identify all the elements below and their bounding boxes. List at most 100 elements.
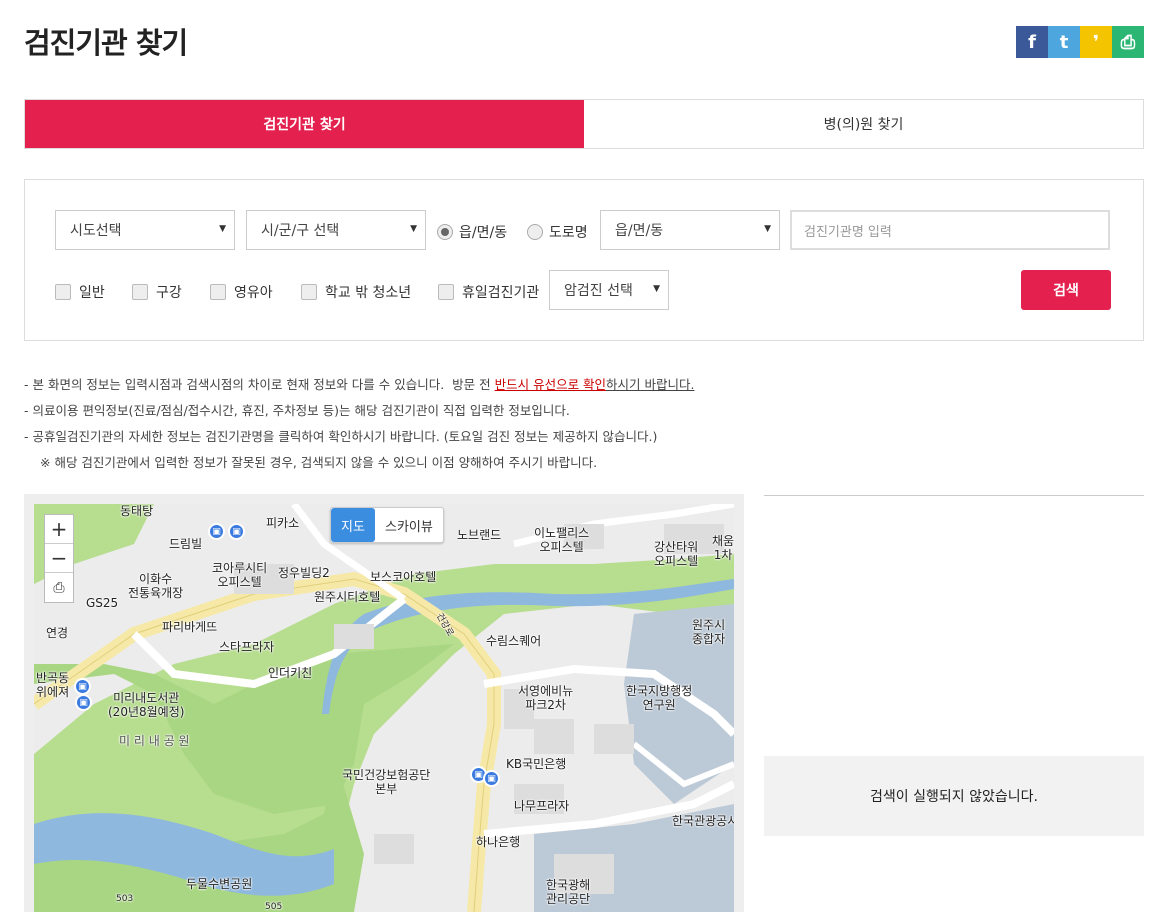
- map-label: 코아루시티 오피스텔: [212, 561, 268, 589]
- checkbox-icon: [132, 284, 148, 300]
- bus-stop-icon[interactable]: ▣: [74, 678, 91, 695]
- map-label: 나무프라자: [514, 799, 570, 813]
- map-label: 원주시티호텔: [314, 590, 381, 604]
- map-print-button[interactable]: ⎙: [45, 573, 73, 602]
- bus-stop-icon[interactable]: ▣: [228, 523, 245, 540]
- checkbox-infant-label: 영유아: [234, 285, 273, 301]
- map-label: KB국민은행: [506, 757, 567, 771]
- share-buttons: f t ❜ ⎙: [1016, 26, 1144, 58]
- map-label: 미리내도서관 (20년8월예정): [108, 691, 185, 719]
- sigungu-select-value: 시/군/구 선택: [261, 223, 340, 239]
- map-label: 두물수변공원: [186, 877, 253, 891]
- search-panel: 시도선택 ▼ 시/군/구 선택 ▼ 읍/면/동 도로명 읍/면/동 ▼ 검진기관…: [24, 179, 1144, 341]
- notice-line-3: - 공휴일검진기관의 자세한 정보는 검진기관명을 클릭하여 확인하시기 바랍니…: [24, 429, 658, 444]
- notice-line-4: ※ 해당 검진기관에서 입력한 정보가 잘못된 경우, 검색되지 않을 수 있으…: [40, 455, 598, 470]
- map-label: 서영에비뉴 파크2차: [518, 684, 574, 712]
- twitter-icon[interactable]: t: [1048, 26, 1080, 58]
- radio-road[interactable]: 도로명: [527, 222, 588, 242]
- checkbox-oral[interactable]: 구강: [132, 282, 182, 302]
- zoom-control: + − ⎙: [44, 514, 74, 603]
- caret-down-icon: ▼: [410, 224, 417, 234]
- institution-name-input[interactable]: 검진기관명 입력: [790, 210, 1110, 250]
- zoom-in-button[interactable]: +: [45, 515, 73, 544]
- map-label: 드림빌: [169, 537, 203, 551]
- map-label: 스타프라자: [219, 640, 275, 654]
- checkbox-holiday-label: 휴일검진기관: [462, 285, 540, 301]
- map-type-skyview-button[interactable]: 스카이뷰: [375, 508, 443, 542]
- checkbox-infant[interactable]: 영유아: [210, 282, 273, 302]
- map-label: 미 리 내 공 원: [119, 734, 190, 748]
- radio-checked-icon: [437, 224, 453, 240]
- checkbox-holiday[interactable]: 휴일검진기관: [438, 282, 539, 302]
- map-label: 국민건강보험공단 본부: [342, 768, 431, 796]
- map-label: 한국지방행정 연구원: [626, 684, 693, 712]
- bus-stop-icon[interactable]: ▣: [208, 523, 225, 540]
- map-label: 피카소: [266, 516, 300, 530]
- checkbox-general[interactable]: 일반: [55, 282, 105, 302]
- emd-select-value: 읍/면/동: [615, 223, 664, 239]
- caret-down-icon: ▼: [653, 284, 660, 294]
- map-type-map-button[interactable]: 지도: [331, 508, 375, 542]
- checkbox-icon: [301, 284, 317, 300]
- bus-stop-icon[interactable]: ▣: [483, 770, 500, 787]
- map-label: 노브랜드: [457, 528, 502, 542]
- map-type-toggle: 지도 스카이뷰: [330, 507, 444, 543]
- emd-select[interactable]: 읍/면/동 ▼: [600, 210, 780, 250]
- map-label: 원주시 종합자: [692, 618, 726, 646]
- search-button[interactable]: 검색: [1021, 270, 1111, 310]
- notice-text: - 본 화면의 정보는 입력시점과 검색시점의 차이로 현재 정보와 다를 수 …: [24, 372, 695, 476]
- page-title: 검진기관 찾기: [24, 26, 188, 60]
- map-label: 인더키친: [268, 666, 313, 680]
- notice-line-1-a: - 본 화면의 정보는 입력시점과 검색시점의 차이로 현재 정보와 다를 수 …: [24, 377, 495, 392]
- notice-line-1-emphasis: 반드시 유선으로 확인: [494, 377, 607, 392]
- kakaostory-icon[interactable]: ❜: [1080, 26, 1112, 58]
- sigungu-select[interactable]: 시/군/구 선택 ▼: [246, 210, 426, 250]
- map-label: 503: [116, 894, 134, 904]
- result-divider: [764, 495, 1144, 496]
- caret-down-icon: ▼: [764, 224, 771, 234]
- zoom-out-button[interactable]: −: [45, 544, 73, 573]
- institution-name-placeholder: 검진기관명 입력: [804, 224, 892, 240]
- notice-line-1: - 본 화면의 정보는 입력시점과 검색시점의 차이로 현재 정보와 다를 수 …: [24, 372, 695, 398]
- facebook-icon[interactable]: f: [1016, 26, 1048, 58]
- map-label: 하나은행: [476, 835, 521, 849]
- map-label: GS25: [86, 596, 119, 610]
- map-label: 채움 1차: [712, 534, 734, 562]
- caret-down-icon: ▼: [219, 224, 226, 234]
- radio-road-label: 도로명: [549, 225, 588, 241]
- checkbox-general-label: 일반: [79, 285, 105, 301]
- sido-select[interactable]: 시도선택 ▼: [55, 210, 235, 250]
- map[interactable]: + − ⎙ 지도 스카이뷰 동태탕 드림빌 피카소 노브랜드 이노팰리스 오피스…: [34, 504, 734, 912]
- checkbox-youth[interactable]: 학교 밖 청소년: [301, 282, 411, 302]
- map-label: 이노팰리스 오피스텔: [534, 526, 590, 554]
- map-label: 한국광해 관리공단: [546, 878, 591, 906]
- checkbox-youth-label: 학교 밖 청소년: [325, 285, 412, 301]
- result-message: 검색이 실행되지 않았습니다.: [764, 756, 1144, 836]
- radio-unchecked-icon: [527, 224, 543, 240]
- tab-checkup-find[interactable]: 검진기관 찾기: [25, 100, 584, 148]
- map-label: 수림스퀘어: [486, 634, 542, 648]
- map-label: 연경: [46, 626, 69, 640]
- map-label: 보스코아호텔: [370, 570, 437, 584]
- map-label: 반곡동 위에져: [36, 671, 70, 699]
- radio-emd[interactable]: 읍/면/동: [437, 222, 507, 242]
- checkbox-oral-label: 구강: [156, 285, 182, 301]
- tab-hospital-find[interactable]: 병(의)원 찾기: [584, 100, 1143, 148]
- cancer-select[interactable]: 암검진 선택 ▼: [549, 270, 669, 310]
- map-container: + − ⎙ 지도 스카이뷰 동태탕 드림빌 피카소 노브랜드 이노팰리스 오피스…: [24, 494, 744, 912]
- map-label: 파리바게뜨: [162, 620, 218, 634]
- checkbox-icon: [438, 284, 454, 300]
- map-label: 강산타워 오피스텔: [654, 540, 699, 568]
- bus-stop-icon[interactable]: ▣: [75, 694, 92, 711]
- notice-line-1-end: 하시기 바랍니다.: [606, 377, 695, 392]
- notice-line-2: - 의료이용 편익정보(진료/점심/접수시간, 휴진, 주차정보 등)는 해당 …: [24, 403, 570, 418]
- cancer-select-value: 암검진 선택: [564, 283, 633, 299]
- tab-bar: 검진기관 찾기 병(의)원 찾기: [24, 99, 1144, 149]
- map-label: 동태탕: [120, 504, 154, 518]
- map-label: 한국관광공시: [672, 814, 734, 828]
- radio-emd-label: 읍/면/동: [459, 225, 508, 241]
- map-label: 이화수 전통육개장: [128, 572, 184, 600]
- map-label: 505: [265, 902, 283, 912]
- print-icon[interactable]: ⎙: [1112, 26, 1144, 58]
- checkbox-icon: [55, 284, 71, 300]
